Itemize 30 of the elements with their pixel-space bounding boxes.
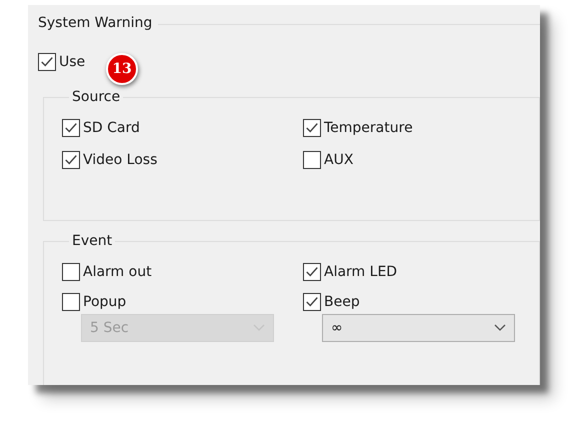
check-icon [305,265,319,279]
checkbox-label[interactable]: Popup [83,294,126,310]
checkbox[interactable] [62,263,80,281]
group-title: Source [71,89,122,105]
checkbox[interactable] [303,263,321,281]
group-title: Event [71,233,114,249]
chevron-down-icon [494,324,506,332]
number-badge: 13 [106,53,138,85]
checkbox-label[interactable]: SD Card [83,120,140,136]
check-icon [64,153,78,167]
dropdown[interactable]: ∞ [322,314,515,342]
checkbox[interactable] [303,151,321,169]
checkbox-label[interactable]: Beep [324,294,360,310]
checkbox-label[interactable]: Use [59,54,86,70]
checkbox[interactable] [62,293,80,311]
check-icon [305,121,319,135]
check-icon [305,295,319,309]
group-title: System Warning [38,15,152,31]
checkbox-label[interactable]: Alarm LED [324,264,398,280]
checkbox-label[interactable]: Temperature [324,120,413,136]
checkbox-label[interactable]: Video Loss [83,152,158,168]
checkbox-label[interactable]: AUX [324,152,354,168]
check-icon [40,55,54,69]
checkbox-label[interactable]: Alarm out [83,264,152,280]
checkbox[interactable] [303,293,321,311]
check-icon [64,121,78,135]
checkbox[interactable] [62,151,80,169]
checkbox[interactable] [38,53,56,71]
checkbox[interactable] [62,119,80,137]
checkbox[interactable] [303,119,321,137]
